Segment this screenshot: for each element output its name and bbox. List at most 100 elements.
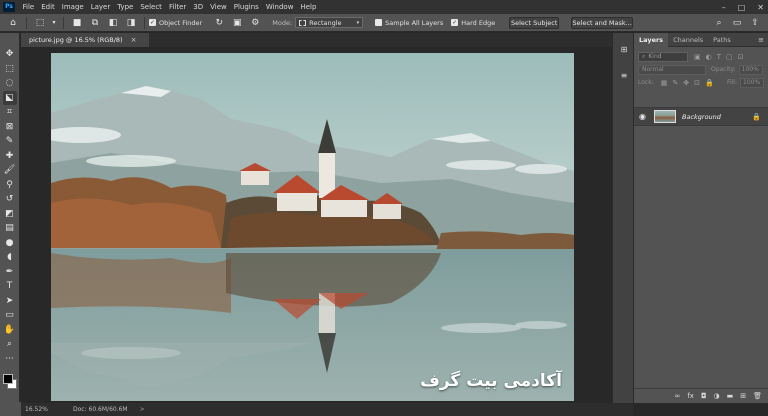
layers-panel: Layers Channels Paths ≡ ⌕ Kind ▣ ◐ T ▢ ⊡… [634,32,768,403]
select-subject-button[interactable]: Select Subject [509,16,560,29]
group-icon[interactable]: ▬ [727,392,734,400]
sample-all-layers-checkbox[interactable] [375,19,383,26]
delete-layer-icon[interactable]: 🗑 [753,392,762,400]
lock-image-icon[interactable]: ✎ [672,79,678,87]
object-finder-checkbox[interactable]: ✓ [149,19,156,26]
workspace-icon[interactable]: ▭ [730,16,744,30]
hard-edge-checkbox[interactable]: ✓ [451,19,459,26]
menu-edit[interactable]: Edit [38,3,59,11]
type-filter-icon[interactable]: T [717,53,721,61]
crop-tool-icon[interactable]: ⌗ [3,105,17,120]
menu-help[interactable]: Help [297,3,320,11]
more-tools-icon[interactable]: ··· [3,352,17,367]
new-layer-icon[interactable]: ⊞ [740,392,746,400]
divider [63,16,64,29]
menu-image[interactable]: Image [58,3,87,11]
dodge-tool-icon[interactable]: ◖ [3,250,17,265]
hand-tool-icon[interactable]: ✋ [3,323,17,338]
adjustment-filter-icon[interactable]: ◐ [706,53,712,61]
menu-window[interactable]: Window [262,3,297,11]
menu-select[interactable]: Select [137,3,166,11]
marquee-tool-icon[interactable]: ⬚ [3,62,17,77]
tab-layers[interactable]: Layers [634,32,669,47]
menu-plugins[interactable]: Plugins [230,3,262,11]
refresh-icon[interactable]: ↻ [212,16,226,30]
eraser-tool-icon[interactable]: ◩ [3,207,17,222]
healing-brush-tool-icon[interactable]: ✚ [3,149,17,164]
intersect-selection-icon[interactable]: ◨ [124,16,138,30]
eyedropper-tool-icon[interactable]: ✎ [3,134,17,149]
tab-paths[interactable]: Paths [708,33,736,47]
canvas-image[interactable]: آکادمی بیت گرف [51,53,574,401]
move-tool-icon[interactable]: ✥ [3,47,17,62]
history-icon[interactable]: ⊞ [618,45,630,55]
eye-icon[interactable]: ◉ [639,112,649,121]
add-to-selection-icon[interactable]: ⧉ [88,16,102,30]
type-tool-icon[interactable]: T [3,279,17,294]
maximize-button[interactable]: □ [738,3,746,12]
menu-layer[interactable]: Layer [87,3,114,11]
menu-type[interactable]: Type [114,3,137,11]
home-icon[interactable]: ⌂ [6,16,20,30]
gradient-tool-icon[interactable]: ▤ [3,221,17,236]
color-swatches[interactable] [2,370,18,390]
close-icon[interactable]: × [131,36,137,44]
tab-channels[interactable]: Channels [668,33,708,47]
pixel-filter-icon[interactable]: ▣ [694,53,701,61]
pen-tool-icon[interactable]: ✒ [3,265,17,280]
blend-mode-select[interactable]: Normal [638,64,706,75]
lock-artboard-icon[interactable]: ⊡ [694,79,700,87]
opacity-input[interactable]: 100% [738,64,763,75]
layer-row-background[interactable]: ◉ Background 🔒 [634,107,768,126]
new-selection-icon[interactable]: ■ [70,16,84,30]
kind-filter-select[interactable]: ⌕ Kind [638,51,688,62]
zoom-tool-icon[interactable]: ⌕ [3,337,17,352]
menu-3d[interactable]: 3D [190,3,207,11]
blur-tool-icon[interactable]: ● [3,236,17,251]
link-layers-icon[interactable]: ∞ [675,392,681,400]
path-selection-tool-icon[interactable]: ➤ [3,294,17,309]
history-brush-tool-icon[interactable]: ↺ [3,192,17,207]
lock-icon: 🔒 [752,112,761,121]
adjustment-layer-icon[interactable]: ◑ [714,392,720,400]
menu-file[interactable]: File [19,3,38,11]
frame-tool-icon[interactable]: ⊠ [3,120,17,135]
adjustments-icon[interactable]: ≡ [618,71,630,81]
sample-all-layers-label: Sample All Layers [385,18,444,27]
subtract-from-selection-icon[interactable]: ◧ [106,16,120,30]
mode-select[interactable]: Rectangle ▾ [295,17,364,28]
layer-style-icon[interactable]: fx [687,392,694,400]
search-icon[interactable]: ⌕ [712,16,726,30]
share-icon[interactable]: ⇪ [748,16,762,30]
foreground-color-swatch[interactable] [2,374,13,384]
brush-tool-icon[interactable]: 🖌 [3,163,17,178]
status-menu-arrow[interactable]: > [140,406,145,413]
object-selection-tool-icon[interactable]: ⬚ [33,16,47,30]
divider [144,16,145,29]
fill-input[interactable]: 100% [740,77,764,88]
object-selection-tool-icon[interactable]: ⬕ [2,90,17,105]
close-window-button[interactable]: ✕ [757,3,764,12]
lock-position-icon[interactable]: ✥ [683,79,689,87]
lock-icons: ▦ ✎ ✥ ⊡ 🔒 [661,79,714,87]
filter-row: ⌕ Kind ▣ ◐ T ▢ ⊡ [634,50,768,63]
rectangle-tool-icon[interactable]: ▭ [3,308,17,323]
add-mask-icon[interactable]: ◘ [701,392,707,400]
select-and-mask-button[interactable]: Select and Mask... [571,16,634,29]
zoom-level[interactable]: 16.52% [21,406,55,413]
minimize-button[interactable]: – [722,3,726,12]
shape-filter-icon[interactable]: ▢ [726,53,733,61]
menu-filter[interactable]: Filter [165,3,189,11]
show-objects-icon[interactable]: ▣ [230,16,244,30]
tools-panel-footer [0,402,21,416]
smart-object-filter-icon[interactable]: ⊡ [738,53,744,61]
gear-icon[interactable]: ⚙ [248,16,262,30]
lock-all-icon[interactable]: 🔒 [705,79,714,87]
menu-view[interactable]: View [207,3,231,11]
clone-stamp-tool-icon[interactable]: ⚲ [3,178,17,193]
panel-menu-icon[interactable]: ≡ [758,36,764,44]
lasso-tool-icon[interactable]: ◌ [3,76,17,91]
document-tab[interactable]: picture.jpg @ 16.5% (RGB/8) × [21,33,149,47]
lock-transparency-icon[interactable]: ▦ [661,79,668,87]
chevron-down-icon[interactable]: ▾ [51,16,57,30]
